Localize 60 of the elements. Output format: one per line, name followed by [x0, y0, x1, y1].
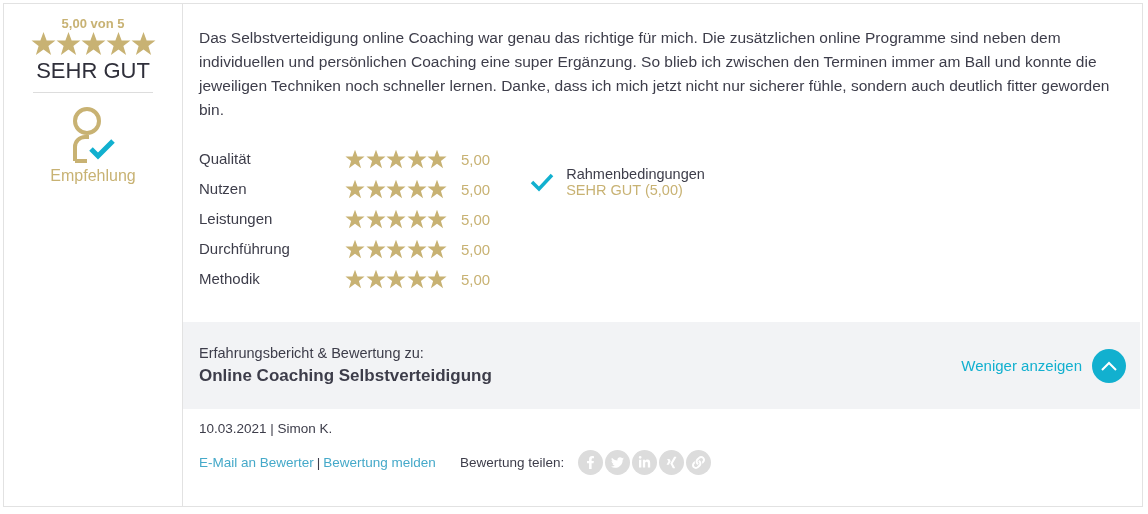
criterion-label: Leistungen [199, 209, 274, 229]
criterion-label: Rahmenbedingungen [566, 166, 705, 182]
star-icon [427, 149, 447, 169]
facebook-icon[interactable] [578, 450, 604, 475]
star-icon [427, 269, 447, 289]
star-icon [365, 179, 386, 199]
star-icon [30, 31, 56, 56]
star-icon [386, 209, 406, 229]
criterion-label: Qualität [199, 149, 252, 169]
star-icon [105, 31, 131, 56]
star-icon [386, 239, 406, 259]
star-icon [365, 209, 386, 229]
star-icon [345, 179, 365, 199]
star-icon [427, 239, 447, 259]
star-icon [386, 149, 406, 169]
separator-text: | [316, 455, 321, 470]
star-icon [406, 179, 427, 199]
criterion-label: Methodik [199, 269, 261, 289]
star-icon [386, 269, 406, 289]
star-icon [406, 149, 427, 169]
star-icon [365, 239, 386, 259]
star-icon [345, 269, 365, 289]
link-icon[interactable] [686, 450, 712, 475]
criterion-value: 5,00 [461, 180, 491, 198]
action-link[interactable]: E-Mail an Bewerter [199, 455, 314, 470]
linkedin-icon[interactable] [632, 450, 658, 475]
score-text: 5,00 von 5 [61, 16, 125, 31]
product-title: Online Coaching Selbstverteidigung [199, 366, 492, 386]
star-icon [386, 179, 406, 199]
date-author: 10.03.2021 | Simon K. [199, 421, 334, 436]
star-icon [130, 31, 156, 56]
criterion-value: 5,00 [461, 240, 491, 258]
action-link[interactable]: Bewertung melden [323, 455, 436, 470]
criterion-value: 5,00 [461, 270, 491, 288]
criterion-value: 5,00 [461, 210, 491, 228]
criterion-label: Durchführung [199, 239, 291, 259]
chevron-up-icon[interactable] [1092, 348, 1126, 383]
star-icon [406, 239, 427, 259]
star-icon [55, 31, 81, 56]
star-icon [365, 269, 386, 289]
criterion-label: Nutzen [199, 179, 248, 199]
twitter-icon[interactable] [605, 450, 631, 475]
xing-icon[interactable] [659, 450, 685, 475]
product-caption: Erfahrungsbericht & Bewertung zu: [199, 345, 425, 361]
star-icon [345, 239, 365, 259]
verdict-text: SEHR GUT [33, 58, 153, 93]
star-icon [365, 149, 386, 169]
criterion-value: 5,00 [461, 150, 491, 168]
star-icon [406, 269, 427, 289]
criterion-rating: SEHR GUT (5,00) [566, 182, 684, 198]
star-icon [427, 179, 447, 199]
star-icon [345, 209, 365, 229]
share-label: Bewertung teilen: [459, 455, 565, 470]
star-icon [80, 31, 106, 56]
review-text: Das Selbstverteidigung online Coaching war genau das richtige für mich. Die zusätzlichen online Programme sind neben dem individuellen und persönlichen Coaching eine super Ergänzung. So blieb ich zwischen den Terminen immer am Ball und konnte die jeweiligen Techniken noch schneller lernen. Danke, dass ich mich jetzt nicht nur sicherer fühle, sondern auch deutlich fitter geworden bin. [199, 28, 1111, 120]
recommendation-label: Empfehlung [50, 167, 136, 185]
show-less-link[interactable]: Weniger anzeigen [961, 348, 1126, 383]
star-icon [427, 209, 447, 229]
star-icon [406, 209, 427, 229]
star-icon [345, 149, 365, 169]
